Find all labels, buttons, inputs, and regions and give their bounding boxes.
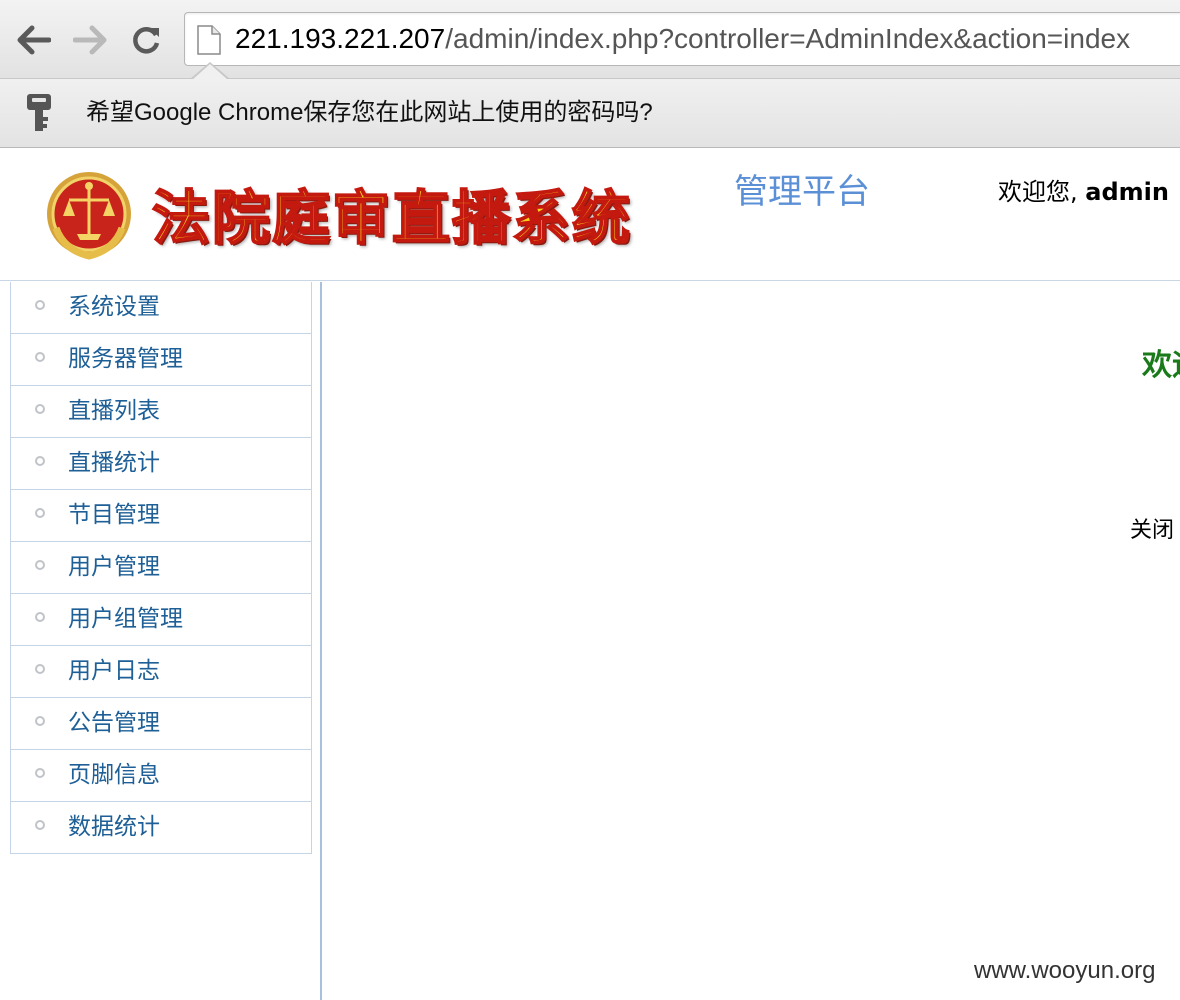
bullet-icon (35, 820, 45, 830)
sidebar-item-announcement-management[interactable]: 公告管理 (11, 697, 311, 749)
bullet-icon (35, 352, 45, 362)
bullet-icon (35, 560, 45, 570)
forward-button[interactable] (70, 20, 110, 60)
sidebar-item-server-management[interactable]: 服务器管理 (11, 333, 311, 385)
sidebar-item-live-list[interactable]: 直播列表 (11, 385, 311, 437)
reload-icon (133, 27, 160, 54)
bullet-icon (35, 716, 45, 726)
sidebar-item-label[interactable]: 用户日志 (68, 656, 160, 686)
back-button[interactable] (14, 20, 54, 60)
main-welcome-heading: 欢迎 (1142, 348, 1180, 383)
welcome-user: 欢迎您, admin (998, 176, 1169, 208)
sidebar-divider (320, 282, 322, 1000)
sidebar-item-user-group-management[interactable]: 用户组管理 (11, 593, 311, 645)
sidebar-item-user-log[interactable]: 用户日志 (11, 645, 311, 697)
sidebar-item-program-management[interactable]: 节目管理 (11, 489, 311, 541)
arrow-left-icon (17, 25, 51, 55)
sidebar-item-label[interactable]: 用户组管理 (68, 604, 183, 634)
sidebar-menu: 系统设置 服务器管理 直播列表 直播统计 节目管理 用户管理 用户组管理 用户日… (10, 282, 312, 854)
bullet-icon (35, 508, 45, 518)
sidebar-item-live-statistics[interactable]: 直播统计 (11, 437, 311, 489)
sidebar-item-data-statistics[interactable]: 数据统计 (11, 801, 311, 853)
sidebar-item-label[interactable]: 系统设置 (68, 292, 160, 322)
browser-toolbar: 221.193.221.207/admin/index.php?controll… (0, 0, 1180, 79)
infobar-pointer (192, 64, 228, 80)
bullet-icon (35, 456, 45, 466)
page-icon (197, 25, 221, 55)
sidebar-item-label[interactable]: 数据统计 (68, 812, 160, 842)
sidebar-item-label[interactable]: 直播统计 (68, 448, 160, 478)
address-bar[interactable]: 221.193.221.207/admin/index.php?controll… (184, 12, 1180, 66)
bullet-icon (35, 664, 45, 674)
bullet-icon (35, 768, 45, 778)
bullet-icon (35, 612, 45, 622)
arrow-right-icon (73, 25, 107, 55)
infobar-message: 希望Google Chrome保存您在此网站上使用的密码吗? (86, 99, 653, 126)
watermark-text: www.wooyun.org (974, 957, 1156, 984)
court-emblem-icon (47, 172, 131, 260)
sidebar-item-label[interactable]: 直播列表 (68, 396, 160, 426)
system-title: 法院庭审直播系统 (151, 183, 633, 253)
sidebar-item-label[interactable]: 用户管理 (68, 552, 160, 582)
bullet-icon (35, 300, 45, 310)
sidebar-item-label[interactable]: 服务器管理 (68, 344, 183, 374)
key-icon (27, 94, 51, 131)
sidebar-item-label[interactable]: 节目管理 (68, 500, 160, 530)
bullet-icon (35, 404, 45, 414)
main-close-text: 关闭 (1130, 518, 1175, 543)
reload-button[interactable] (126, 20, 166, 60)
sidebar-item-user-management[interactable]: 用户管理 (11, 541, 311, 593)
url-host: 221.193.221.207 (235, 23, 446, 54)
username: admin (1085, 178, 1169, 206)
sidebar-item-system-settings[interactable]: 系统设置 (11, 282, 311, 333)
platform-label: 管理平台 (734, 172, 870, 212)
sidebar-item-label[interactable]: 公告管理 (68, 708, 160, 738)
sidebar-item-label[interactable]: 页脚信息 (68, 760, 160, 790)
url-path: /admin/index.php?controller=AdminIndex&a… (445, 23, 1131, 54)
page-header: 法院庭审直播系统 管理平台 欢迎您, admin (0, 148, 1180, 281)
url-text[interactable]: 221.193.221.207/admin/index.php?controll… (235, 22, 1130, 56)
sidebar-item-footer-info[interactable]: 页脚信息 (11, 749, 311, 801)
welcome-prefix: 欢迎您, (998, 178, 1086, 206)
